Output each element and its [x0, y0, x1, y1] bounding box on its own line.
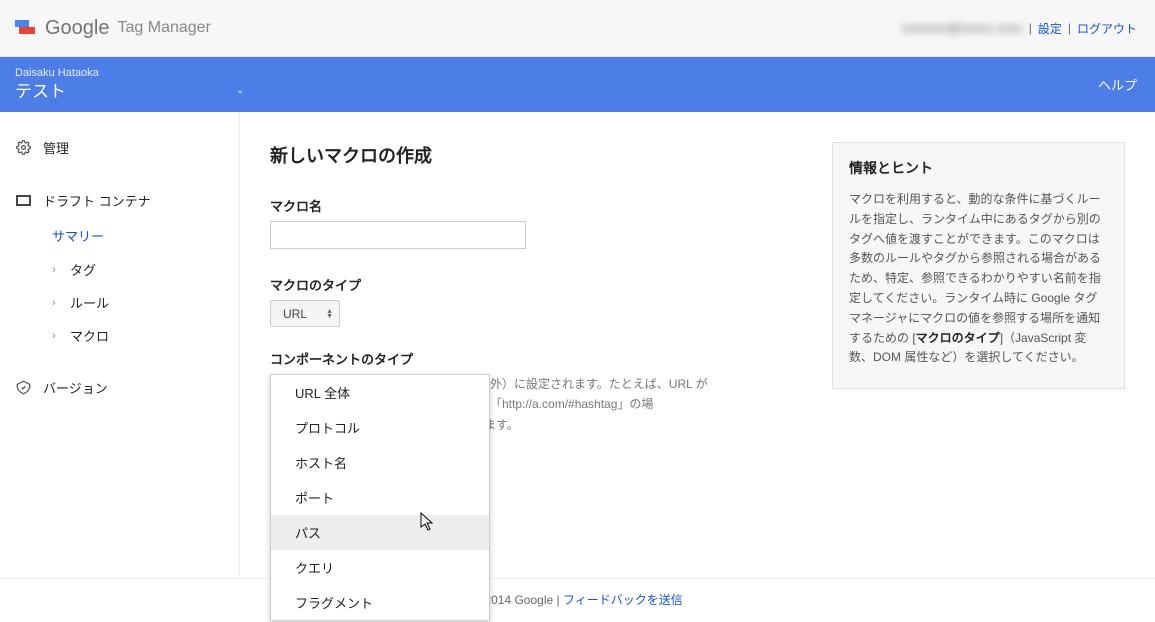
sidebar-item-rules[interactable]: › ルール: [52, 286, 239, 319]
dropdown-item[interactable]: ポート: [271, 480, 489, 515]
pipe: |: [1068, 21, 1071, 35]
user-email: xxxxxxx@xxxxx.xxxx: [902, 21, 1023, 35]
form-area: 新しいマクロの作成 マクロ名 マクロのタイプ URL ▲▼ コンポーネントのタイ…: [270, 142, 802, 435]
updown-icon: ▲▼: [326, 309, 333, 319]
chevron-right-icon: ›: [52, 264, 60, 276]
dropdown-item[interactable]: URL 全体: [271, 375, 489, 410]
gear-icon: [15, 140, 31, 156]
sidebar-item-summary[interactable]: サマリー: [52, 218, 239, 253]
chevron-right-icon: ›: [52, 297, 60, 309]
info-title: 情報とヒント: [849, 157, 1108, 180]
account-name: Daisaku Hataoka: [15, 67, 244, 81]
label-macro-name: マクロ名: [270, 196, 802, 215]
dropdown-item[interactable]: ホスト名: [271, 445, 489, 480]
info-body: マクロを利用すると、動的な条件に基づくルールを指定し、ランタイム中にあるタグから…: [849, 190, 1108, 368]
sidebar-item-label: ルール: [70, 293, 109, 312]
sidebar-item-label: マクロ: [70, 326, 109, 345]
sidebar-item-label: バージョン: [43, 378, 108, 397]
container-selector[interactable]: Daisaku Hataoka テスト ⌄: [15, 67, 244, 102]
sidebar-item-label: 管理: [43, 138, 69, 157]
chevron-right-icon: ›: [52, 330, 60, 342]
macro-type-select[interactable]: URL ▲▼: [270, 300, 340, 327]
feedback-link[interactable]: フィードバックを送信: [563, 593, 683, 607]
dropdown-item[interactable]: フラグメント: [271, 585, 489, 620]
dropdown-item[interactable]: プロトコル: [271, 410, 489, 445]
brand-google: Google: [45, 17, 110, 40]
container-name: テスト: [15, 81, 66, 102]
content: 新しいマクロの作成 マクロ名 マクロのタイプ URL ▲▼ コンポーネントのタイ…: [240, 112, 1155, 578]
brand-product: Tag Manager: [118, 19, 211, 37]
component-type-dropdown: URL 全体プロトコルホスト名ポートパスクエリフラグメント: [270, 374, 490, 621]
macro-type-value: URL: [283, 307, 307, 321]
sidebar-item-version[interactable]: バージョン: [0, 370, 239, 405]
label-component-type: コンポーネントのタイプ: [270, 349, 802, 368]
logout-link[interactable]: ログアウト: [1077, 20, 1137, 37]
dropdown-item[interactable]: パス: [271, 515, 489, 550]
version-icon: [15, 380, 31, 396]
sidebar-item-tags[interactable]: › タグ: [52, 253, 239, 286]
gtm-logo-icon: [15, 17, 37, 39]
info-panel: 情報とヒント マクロを利用すると、動的な条件に基づくルールを指定し、ランタイム中…: [832, 142, 1125, 389]
sidebar-item-label: ドラフト コンテナ: [43, 191, 151, 210]
brand: Google Tag Manager: [15, 17, 211, 40]
sidebar-item-label: タグ: [70, 260, 96, 279]
help-link[interactable]: ヘルプ: [1098, 75, 1137, 94]
label-macro-type: マクロのタイプ: [270, 275, 802, 294]
container-bar: Daisaku Hataoka テスト ⌄ ヘルプ: [0, 57, 1155, 112]
sidebar-sub: サマリー › タグ › ルール › マクロ: [0, 218, 239, 352]
sidebar-item-manage[interactable]: 管理: [0, 130, 239, 165]
header-right: xxxxxxx@xxxxx.xxxx | 設定 | ログアウト: [902, 20, 1137, 37]
field-macro-type: マクロのタイプ URL ▲▼: [270, 275, 802, 327]
chevron-down-icon: ⌄: [236, 85, 244, 98]
page-title: 新しいマクロの作成: [270, 142, 802, 168]
container-icon: [15, 193, 31, 209]
macro-name-input[interactable]: [270, 221, 526, 249]
pipe: |: [1029, 21, 1032, 35]
main-layout: 管理 ドラフト コンテナ サマリー › タグ › ルール › マクロ: [0, 112, 1155, 578]
sidebar-item-draft[interactable]: ドラフト コンテナ: [0, 183, 239, 218]
dropdown-item[interactable]: クエリ: [271, 550, 489, 585]
sidebar-item-macros[interactable]: › マクロ: [52, 319, 239, 352]
top-header: Google Tag Manager xxxxxxx@xxxxx.xxxx | …: [0, 0, 1155, 57]
footer: © 2014 Google | フィードバックを送信: [0, 578, 1155, 622]
field-component-type: コンポーネントのタイプ 外）に設定されます。たとえば、URL が「http://…: [270, 349, 802, 435]
settings-link[interactable]: 設定: [1038, 20, 1062, 37]
sidebar: 管理 ドラフト コンテナ サマリー › タグ › ルール › マクロ: [0, 112, 240, 578]
field-macro-name: マクロ名: [270, 196, 802, 249]
